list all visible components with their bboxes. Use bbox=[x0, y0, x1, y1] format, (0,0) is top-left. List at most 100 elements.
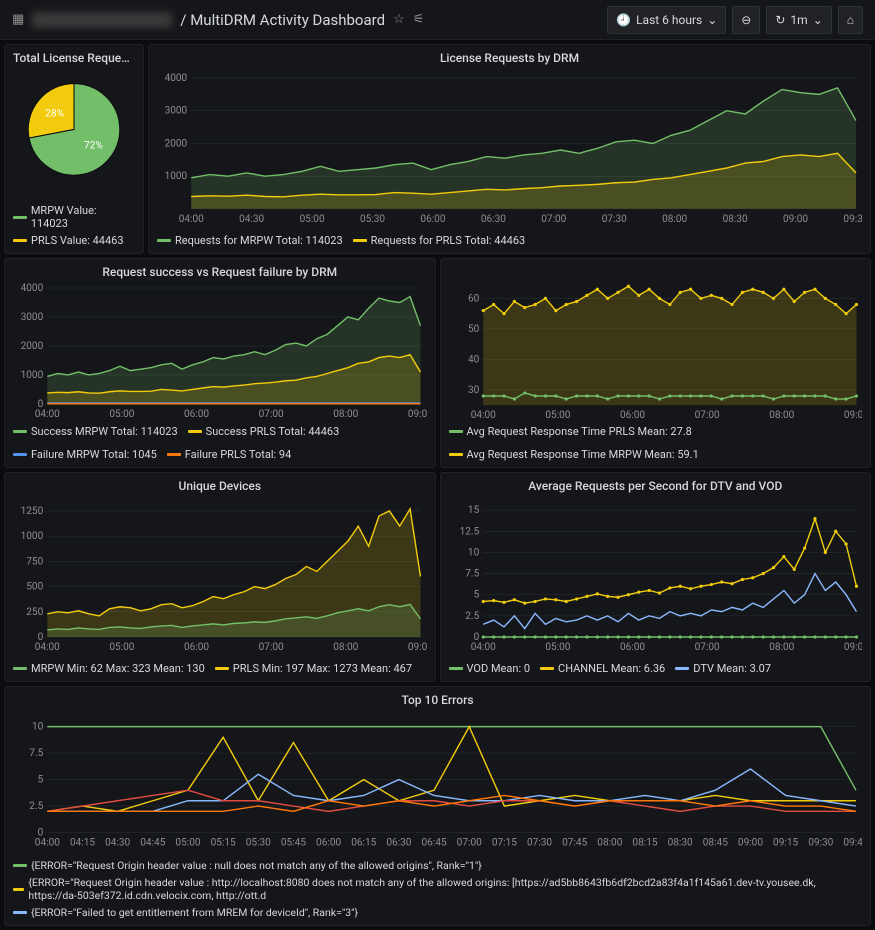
panel-rps: Average Requests per Second for DTV and … bbox=[440, 472, 872, 682]
svg-text:04:00: 04:00 bbox=[470, 642, 495, 653]
svg-text:07:00: 07:00 bbox=[259, 409, 284, 420]
svg-text:4000: 4000 bbox=[21, 283, 44, 294]
svg-text:5: 5 bbox=[38, 775, 44, 786]
tv-mode-button[interactable]: ⌂ bbox=[838, 6, 863, 34]
svg-text:08:30: 08:30 bbox=[668, 838, 693, 849]
legend-item[interactable]: DTV Mean: 3.07 bbox=[675, 662, 771, 675]
legend-item[interactable]: Avg Request Response Time MRPW Mean: 59.… bbox=[449, 448, 699, 461]
svg-text:4000: 4000 bbox=[165, 73, 188, 84]
svg-text:2000: 2000 bbox=[165, 138, 188, 149]
legend-item[interactable]: {ERROR="Request Origin header value : nu… bbox=[13, 859, 862, 872]
legend-item[interactable]: CHANNEL Mean: 6.36 bbox=[540, 662, 665, 675]
tv-icon: ⌂ bbox=[847, 13, 854, 27]
line-chart: 02505007501000125004:0005:0006:0007:0008… bbox=[13, 497, 427, 658]
svg-text:07:45: 07:45 bbox=[562, 838, 587, 849]
legend-item[interactable]: Success PRLS Total: 44463 bbox=[188, 425, 340, 438]
line-chart: 3040506004:0005:0006:0007:0008:0009:00 bbox=[449, 270, 863, 421]
line-chart: 100020003000400004:0004:3005:0005:3006:0… bbox=[157, 69, 862, 230]
breadcrumb[interactable]: / MultiDRM Activity Dashboard bbox=[180, 11, 385, 29]
svg-text:04:00: 04:00 bbox=[35, 409, 60, 420]
legend-item[interactable]: Failure PRLS Total: 94 bbox=[167, 448, 292, 461]
legend-item[interactable]: MRPW Min: 62 Max: 323 Mean: 130 bbox=[13, 662, 205, 675]
svg-text:3000: 3000 bbox=[165, 106, 188, 117]
time-range-label: Last 6 hours bbox=[636, 13, 702, 27]
svg-text:08:00: 08:00 bbox=[769, 642, 794, 653]
svg-text:07:00: 07:00 bbox=[541, 214, 566, 225]
panel-err: Top 10 Errors 02.557.51004:0004:1504:300… bbox=[4, 686, 871, 926]
svg-text:07:00: 07:00 bbox=[694, 642, 719, 653]
panel-title: Request success vs Request failure by DR… bbox=[13, 265, 427, 279]
panel-lic: License Requests by DRM 1000200030004000… bbox=[148, 44, 871, 254]
legend-item[interactable]: Avg Request Response Time PRLS Mean: 27.… bbox=[449, 425, 692, 438]
svg-text:09:00: 09:00 bbox=[843, 642, 862, 653]
svg-text:07:00: 07:00 bbox=[259, 642, 284, 653]
topbar: ▦ / MultiDRM Activity Dashboard ☆ ⚟ 🕘 La… bbox=[0, 0, 875, 40]
legend-item[interactable]: VOD Mean: 0 bbox=[449, 662, 531, 675]
legend-item[interactable]: MRPW Value: 114023 bbox=[13, 204, 135, 230]
svg-text:04:15: 04:15 bbox=[70, 838, 95, 849]
svg-text:08:15: 08:15 bbox=[632, 838, 657, 849]
svg-text:05:00: 05:00 bbox=[109, 642, 134, 653]
legend-item[interactable]: {ERROR="Request Origin header value : ht… bbox=[13, 876, 862, 902]
svg-text:08:00: 08:00 bbox=[662, 214, 687, 225]
line-chart: 02.557.51012.51504:0005:0006:0007:0008:0… bbox=[449, 497, 863, 658]
svg-text:06:00: 06:00 bbox=[184, 642, 209, 653]
svg-text:05:30: 05:30 bbox=[360, 214, 385, 225]
svg-text:06:00: 06:00 bbox=[184, 409, 209, 420]
svg-text:06:30: 06:30 bbox=[386, 838, 411, 849]
legend-item[interactable]: PRLS Value: 44463 bbox=[13, 234, 135, 247]
legend: MRPW Value: 114023 PRLS Value: 44463 bbox=[13, 204, 135, 247]
panel-title: Average Request Response Time by DRM bbox=[449, 265, 863, 266]
svg-text:7.5: 7.5 bbox=[29, 748, 43, 759]
svg-text:2.5: 2.5 bbox=[29, 801, 43, 812]
svg-text:09:30: 09:30 bbox=[808, 838, 833, 849]
panel-uniq: Unique Devices 02505007501000125004:0005… bbox=[4, 472, 436, 682]
svg-text:09:00: 09:00 bbox=[408, 409, 427, 420]
star-icon[interactable]: ☆ bbox=[393, 12, 405, 27]
panel-pie: Total License Requests ... 72%28% MRPW V… bbox=[4, 44, 144, 254]
svg-text:500: 500 bbox=[26, 582, 43, 593]
legend: Requests for MRPW Total: 114023 Requests … bbox=[157, 234, 862, 247]
legend-item[interactable]: Requests for PRLS Total: 44463 bbox=[353, 234, 526, 247]
refresh-label: 1m bbox=[790, 13, 807, 27]
svg-text:50: 50 bbox=[467, 324, 479, 335]
svg-text:04:00: 04:00 bbox=[179, 214, 204, 225]
dashboard-icon[interactable]: ▦ bbox=[12, 12, 24, 27]
chevron-down-icon: ⌄ bbox=[813, 13, 823, 27]
time-range-button[interactable]: 🕘 Last 6 hours ⌄ bbox=[607, 6, 726, 34]
svg-text:10: 10 bbox=[467, 547, 479, 558]
panel-title: Top 10 Errors bbox=[13, 693, 862, 707]
svg-text:07:30: 07:30 bbox=[602, 214, 627, 225]
legend-item[interactable]: Success MRPW Total: 114023 bbox=[13, 425, 178, 438]
panel-title: Average Requests per Second for DTV and … bbox=[449, 479, 863, 493]
svg-text:08:45: 08:45 bbox=[703, 838, 728, 849]
svg-text:06:00: 06:00 bbox=[316, 838, 341, 849]
legend-item[interactable]: PRLS Min: 197 Max: 1273 Mean: 467 bbox=[215, 662, 412, 675]
legend-item[interactable]: Requests for MRPW Total: 114023 bbox=[157, 234, 343, 247]
svg-text:06:00: 06:00 bbox=[619, 642, 644, 653]
svg-text:30: 30 bbox=[467, 385, 479, 396]
svg-text:06:00: 06:00 bbox=[420, 214, 445, 225]
svg-text:09:15: 09:15 bbox=[773, 838, 798, 849]
refresh-button[interactable]: ↻ 1m ⌄ bbox=[766, 6, 831, 34]
svg-text:04:00: 04:00 bbox=[470, 410, 495, 421]
svg-text:250: 250 bbox=[26, 607, 43, 618]
svg-text:06:30: 06:30 bbox=[481, 214, 506, 225]
legend-item[interactable]: Failure MRPW Total: 1045 bbox=[13, 448, 157, 461]
svg-text:08:00: 08:00 bbox=[333, 642, 358, 653]
legend: {ERROR="Request Origin header value : nu… bbox=[13, 859, 862, 919]
svg-text:05:45: 05:45 bbox=[281, 838, 306, 849]
legend: MRPW Min: 62 Max: 323 Mean: 130 PRLS Min:… bbox=[13, 662, 427, 675]
svg-text:04:30: 04:30 bbox=[239, 214, 264, 225]
zoom-out-button[interactable]: ⊖ bbox=[732, 6, 760, 34]
legend-item[interactable]: {ERROR="Failed to get entitlement from M… bbox=[13, 906, 862, 919]
svg-text:06:45: 06:45 bbox=[422, 838, 447, 849]
svg-text:04:45: 04:45 bbox=[140, 838, 165, 849]
svg-text:05:00: 05:00 bbox=[175, 838, 200, 849]
svg-text:08:30: 08:30 bbox=[723, 214, 748, 225]
share-icon[interactable]: ⚟ bbox=[413, 12, 425, 27]
svg-text:40: 40 bbox=[467, 354, 479, 365]
svg-text:04:30: 04:30 bbox=[105, 838, 130, 849]
svg-text:08:00: 08:00 bbox=[769, 410, 794, 421]
svg-text:08:00: 08:00 bbox=[597, 838, 622, 849]
